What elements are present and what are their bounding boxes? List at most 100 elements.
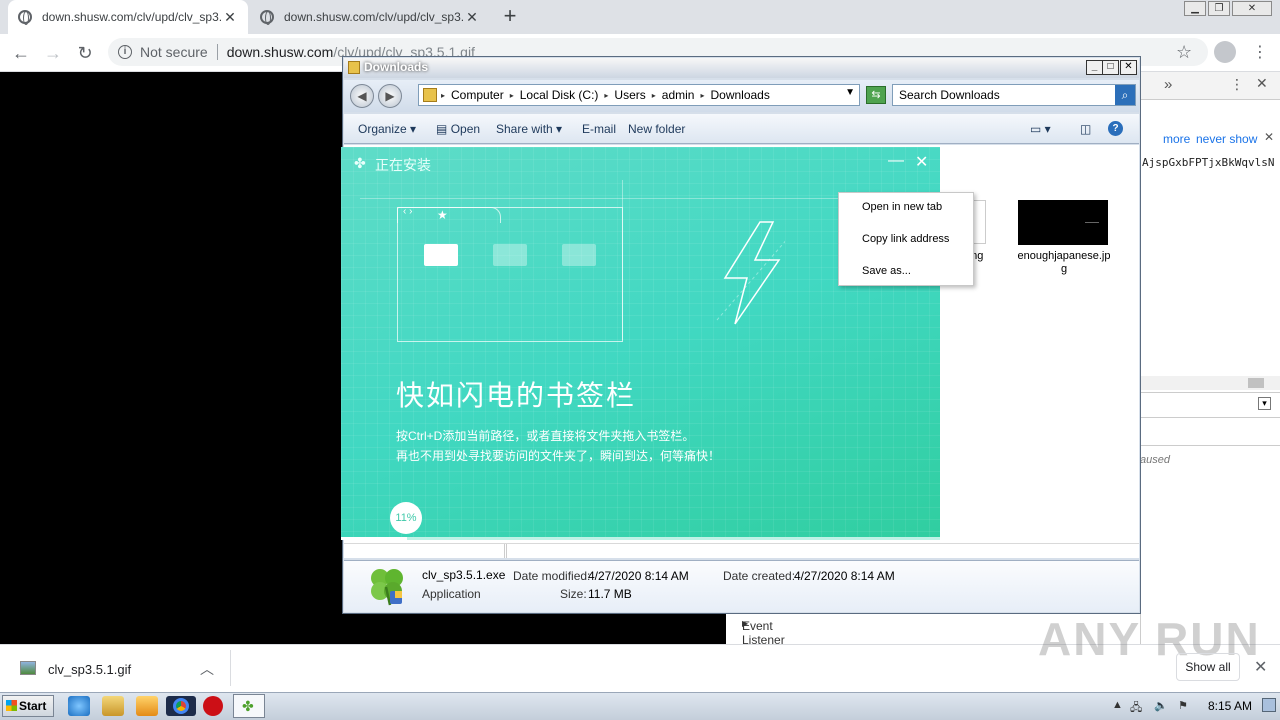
tab-title: down.shusw.com/clv/upd/clv_sp3.5 bbox=[284, 10, 464, 24]
close-tab-icon[interactable]: ✕ bbox=[464, 9, 480, 26]
show-desktop-button[interactable] bbox=[1262, 698, 1276, 712]
installer-minimize-button[interactable]: — bbox=[888, 152, 904, 170]
email-button[interactable]: E-mail bbox=[582, 122, 616, 136]
chevron-down-icon[interactable]: ▼ bbox=[845, 87, 855, 98]
window-title: Downloads bbox=[364, 60, 429, 74]
close-infobar-icon[interactable]: ✕ bbox=[1264, 130, 1274, 144]
start-button[interactable]: Start bbox=[2, 695, 54, 717]
open-button[interactable]: ▤ Open bbox=[436, 122, 480, 136]
bookmark-star-icon[interactable]: ☆ bbox=[1176, 42, 1192, 63]
folder-icon bbox=[562, 244, 596, 266]
explorer-back-button[interactable]: ◀ bbox=[350, 84, 374, 108]
chevron-icon[interactable]: ▸ bbox=[652, 91, 656, 100]
share-with-button[interactable]: Share with ▾ bbox=[496, 122, 562, 136]
search-placeholder: Search Downloads bbox=[899, 88, 1000, 102]
minimize-window-button[interactable]: ▁ bbox=[1184, 1, 1206, 16]
breadcrumb-item[interactable]: Users bbox=[614, 88, 645, 102]
chrome-icon[interactable] bbox=[166, 696, 196, 716]
save-as-item[interactable]: Save as... bbox=[862, 265, 911, 277]
clover-app-icon bbox=[371, 569, 403, 606]
action-center-icon[interactable]: ⚑ bbox=[1178, 699, 1188, 712]
event-listener-breakpoints[interactable]: ▶ Event Listener Breakpoints bbox=[726, 612, 1004, 661]
lightning-bolt-icon bbox=[716, 221, 785, 325]
breadcrumb-item[interactable]: Downloads bbox=[710, 88, 769, 102]
star-icon: ★ bbox=[437, 208, 448, 222]
paused-label: aused bbox=[1140, 454, 1170, 466]
taskbar-clock: 8:15 AM bbox=[1208, 699, 1253, 713]
organize-button[interactable]: Organize ▾ bbox=[358, 122, 416, 136]
devtools-section: ▾ bbox=[1140, 392, 1280, 418]
windows-logo-icon bbox=[6, 700, 17, 711]
chevron-up-icon[interactable]: ︿ bbox=[200, 659, 214, 679]
chevron-icon[interactable]: ▸ bbox=[700, 91, 704, 100]
column-divider-bar bbox=[344, 543, 1139, 558]
breadcrumb-item[interactable]: Computer bbox=[451, 88, 504, 102]
globe-icon bbox=[18, 10, 32, 25]
open-icon: ▤ bbox=[436, 122, 448, 136]
help-icon[interactable]: ? bbox=[1108, 121, 1123, 136]
breadcrumb-item[interactable]: admin bbox=[662, 88, 695, 102]
open-in-new-tab-item[interactable]: Open in new tab bbox=[862, 201, 942, 213]
explorer-forward-button[interactable]: ▶ bbox=[378, 84, 402, 108]
search-icon[interactable]: ⌕ bbox=[1115, 85, 1135, 105]
back-button[interactable]: ← bbox=[8, 40, 34, 66]
chevron-icon[interactable]: ▸ bbox=[510, 91, 514, 100]
divider bbox=[230, 650, 231, 686]
never-show-link[interactable]: never show bbox=[1196, 132, 1257, 146]
not-secure-label: Not secure bbox=[140, 44, 208, 60]
installer-taskbar-button[interactable]: ✤ bbox=[233, 694, 265, 718]
start-label: Start bbox=[19, 699, 47, 713]
explorer-close-button[interactable]: ✕ bbox=[1120, 60, 1137, 75]
more-link[interactable]: more bbox=[1163, 132, 1190, 146]
folder-icon bbox=[348, 61, 360, 74]
more-tabs-icon[interactable]: » bbox=[1164, 76, 1172, 93]
chevron-icon[interactable]: ▸ bbox=[441, 91, 445, 100]
forward-button[interactable]: → bbox=[40, 40, 66, 66]
browser-tab[interactable]: down.shusw.com/clv/upd/clv_sp3.5 ✕ bbox=[250, 0, 490, 34]
file-explorer-icon[interactable] bbox=[102, 696, 124, 716]
file-name-label[interactable]: enoughjapanese.jp g bbox=[1014, 250, 1114, 276]
browser-tab[interactable]: down.shusw.com/clv/upd/clv_sp3.5 ✕ bbox=[8, 0, 248, 34]
explorer-address-bar[interactable]: ▸ Computer ▸ Local Disk (C:) ▸ Users ▸ a… bbox=[418, 84, 860, 106]
breadcrumb-item[interactable]: Local Disk (C:) bbox=[520, 88, 599, 102]
file-name: clv_sp3.5.1.exe bbox=[422, 568, 506, 582]
show-all-button[interactable]: Show all bbox=[1176, 653, 1240, 681]
search-input[interactable]: Search Downloads ⌕ bbox=[892, 84, 1136, 106]
toggle-icon[interactable]: ▾ bbox=[1258, 397, 1271, 410]
devtools-menu-icon[interactable]: ⋮ bbox=[1230, 76, 1244, 93]
profile-avatar[interactable] bbox=[1214, 41, 1236, 63]
file-type: Application bbox=[422, 587, 481, 601]
restore-window-button[interactable]: ❐ bbox=[1208, 1, 1230, 16]
install-progress-fill bbox=[341, 537, 407, 540]
folder-icon bbox=[493, 244, 527, 266]
installer-close-button[interactable]: ✕ bbox=[915, 152, 928, 172]
volume-icon[interactable]: 🔈 bbox=[1154, 699, 1168, 712]
folder-icon bbox=[423, 88, 437, 102]
explorer-minimize-button[interactable]: _ bbox=[1086, 60, 1103, 75]
refresh-icon[interactable]: ⇆ bbox=[866, 86, 886, 104]
close-tab-icon[interactable]: ✕ bbox=[222, 9, 238, 26]
copy-link-address-item[interactable]: Copy link address bbox=[862, 233, 949, 245]
download-item-name[interactable]: clv_sp3.5.1.gif bbox=[48, 662, 131, 677]
close-window-button[interactable]: ✕ bbox=[1232, 1, 1272, 16]
devtools-close-icon[interactable]: ✕ bbox=[1256, 75, 1268, 92]
change-view-icon[interactable]: ▭ ▾ bbox=[1030, 122, 1051, 136]
preview-pane-icon[interactable]: ◫ bbox=[1080, 122, 1091, 136]
internet-explorer-icon[interactable] bbox=[68, 696, 90, 716]
explorer-maximize-button[interactable]: □ bbox=[1102, 60, 1119, 75]
horizontal-scrollbar[interactable] bbox=[1140, 376, 1280, 390]
reload-button[interactable]: ↻ bbox=[72, 40, 98, 66]
info-icon[interactable]: i bbox=[118, 45, 132, 59]
opera-icon[interactable] bbox=[203, 696, 223, 716]
installer-description: 按Ctrl+D添加当前路径，或者直接将文件夹拖入书签栏。 bbox=[396, 429, 695, 443]
close-shelf-icon[interactable]: ✕ bbox=[1254, 657, 1267, 677]
size-value: 11.7 MB bbox=[588, 587, 632, 601]
decorative-line bbox=[360, 198, 840, 199]
chevron-icon[interactable]: ▸ bbox=[604, 91, 608, 100]
new-tab-button[interactable]: + bbox=[498, 4, 522, 28]
network-icon[interactable]: 🖧 bbox=[1130, 699, 1142, 718]
tray-expand-icon[interactable]: ▲ bbox=[1112, 699, 1123, 711]
menu-icon[interactable]: ⋮ bbox=[1252, 42, 1268, 62]
media-player-icon[interactable] bbox=[136, 696, 158, 716]
new-folder-button[interactable]: New folder bbox=[628, 122, 685, 136]
